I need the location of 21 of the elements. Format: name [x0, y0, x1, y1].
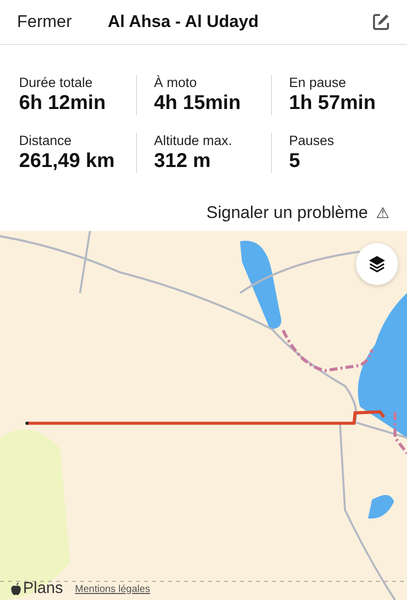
- stat-label: À moto: [154, 75, 198, 90]
- edit-icon[interactable]: [371, 12, 391, 32]
- maps-brand-name: Plans: [23, 580, 64, 598]
- stat-label: Distance: [19, 133, 73, 148]
- stat-label: En pause: [289, 75, 348, 90]
- stat-label: Altitude max.: [154, 133, 234, 148]
- stat-label: Durée totale: [19, 75, 94, 90]
- stat-value: 261,49 km: [19, 150, 116, 173]
- stat-value: 1h 57min: [289, 92, 377, 115]
- stat-label: Pauses: [289, 133, 336, 148]
- route-title: Al Ahsa - Al Udayd: [108, 12, 260, 32]
- legal-link[interactable]: Mentions légales: [75, 584, 150, 594]
- warning-icon[interactable]: ⚠: [376, 204, 389, 222]
- stat-value: 4h 15min: [154, 92, 242, 115]
- stat-value: 6h 12min: [19, 92, 107, 115]
- layers-icon: [367, 254, 387, 274]
- stat-value: 5: [289, 150, 302, 173]
- stat-value: 312 m: [154, 150, 212, 173]
- report-problem-link[interactable]: Signaler un problème: [206, 203, 368, 223]
- close-link[interactable]: Fermer: [17, 12, 72, 32]
- apple-icon: [10, 582, 22, 596]
